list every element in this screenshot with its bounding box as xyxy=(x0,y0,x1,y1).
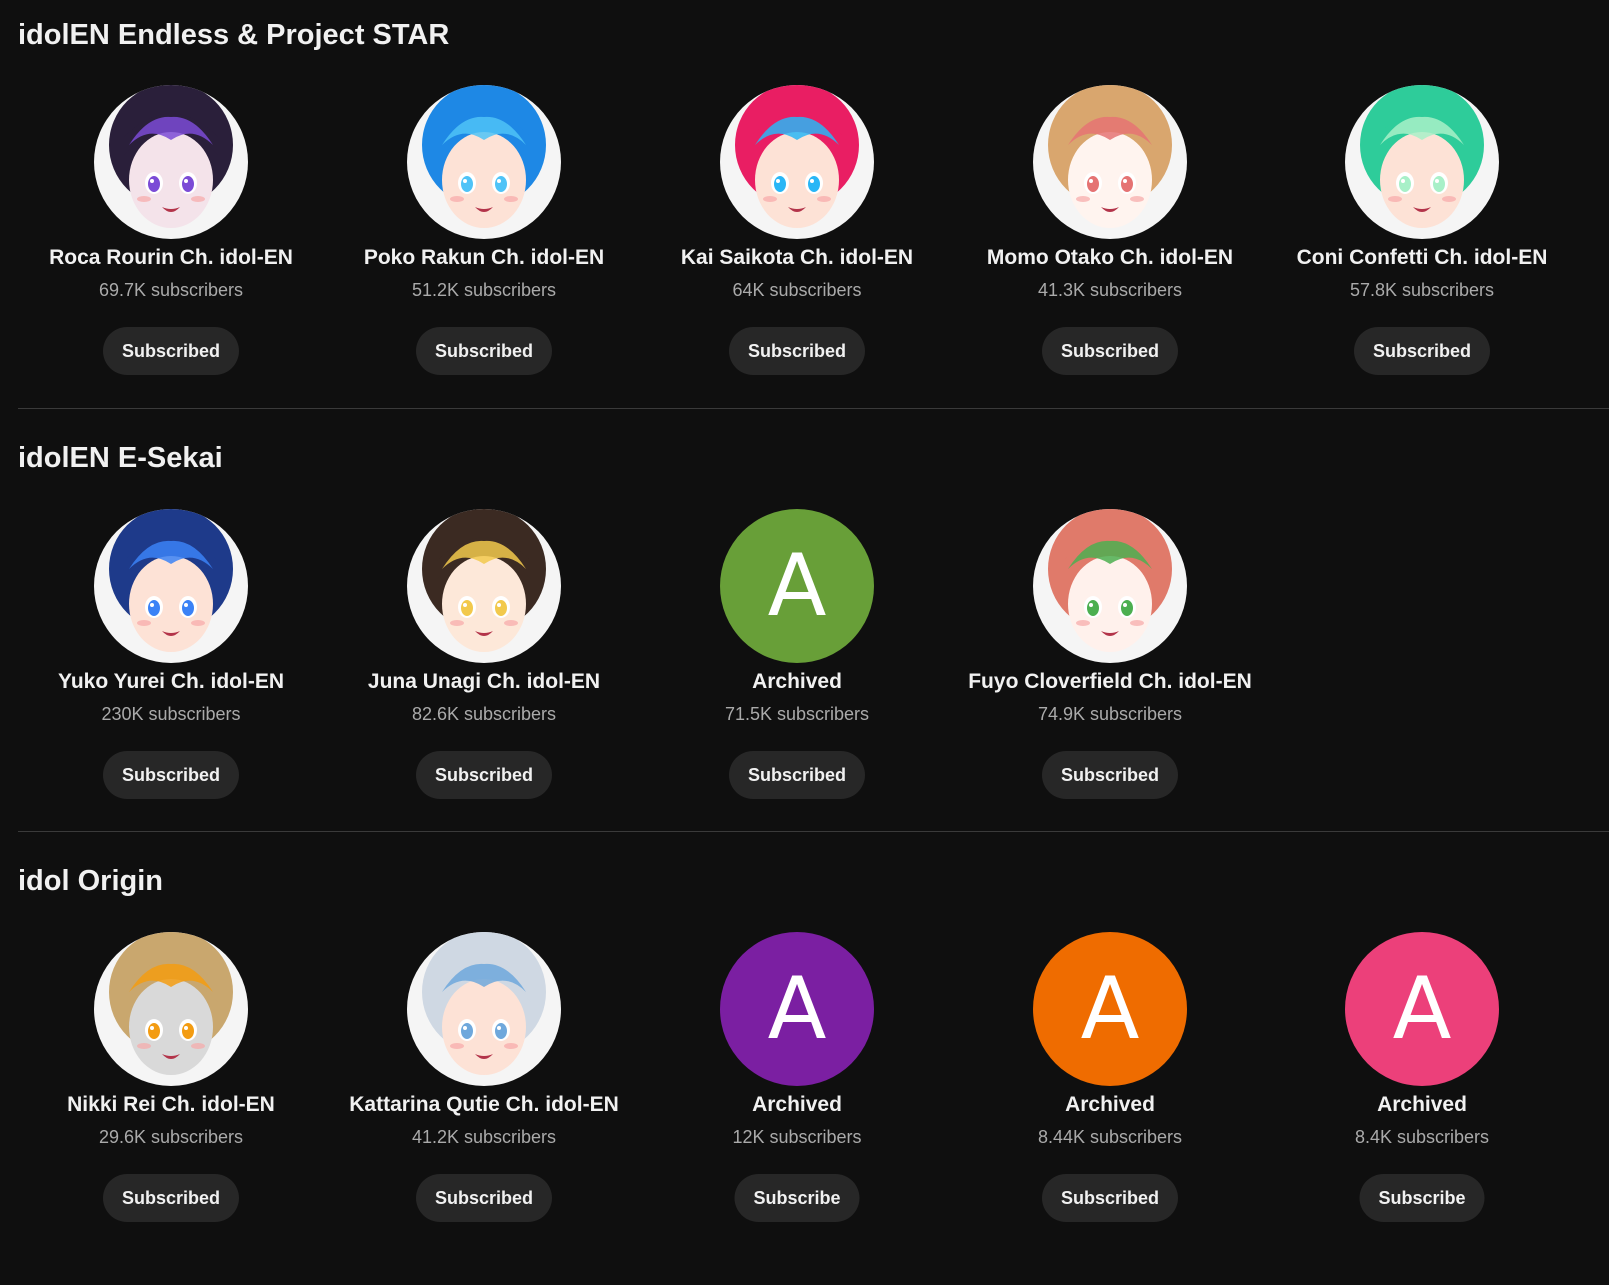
section-divider xyxy=(18,408,1609,409)
coni-confetti-avatar[interactable] xyxy=(1345,85,1499,239)
letter-a-avatar[interactable]: A xyxy=(1345,932,1499,1086)
channel-name[interactable]: Momo Otako Ch. idol-EN xyxy=(940,245,1280,271)
avatar-letter: A xyxy=(1080,959,1140,1059)
subscriber-count: 12K subscribers xyxy=(732,1127,862,1147)
momo-otako-avatar[interactable] xyxy=(1033,85,1187,239)
channel-card[interactable]: Fuyo Cloverfield Ch. idol-EN 74.9K subscr… xyxy=(960,509,1260,809)
channel-card[interactable]: A Archived 8.4K subscribers Subscribe xyxy=(1272,932,1572,1232)
subscribed-button[interactable]: Subscribed xyxy=(1041,327,1179,375)
subscribed-button[interactable]: Subscribed xyxy=(415,327,553,375)
avatar-letter: A xyxy=(767,536,827,636)
subscribed-button[interactable]: Subscribed xyxy=(415,1174,553,1222)
channel-name[interactable]: Fuyo Cloverfield Ch. idol-EN xyxy=(940,669,1280,695)
channel-name[interactable]: Kai Saikota Ch. idol-EN xyxy=(627,245,967,271)
yuko-yurei-avatar[interactable] xyxy=(94,509,248,663)
subscriber-count: 41.2K subscribers xyxy=(411,1127,557,1147)
channel-card[interactable]: A Archived 71.5K subscribers Subscribed xyxy=(647,509,947,809)
subscribed-button[interactable]: Subscribed xyxy=(1041,751,1179,799)
channel-name[interactable]: Archived xyxy=(627,669,967,695)
poko-rakun-avatar[interactable] xyxy=(407,85,561,239)
avatar-letter: A xyxy=(1392,959,1452,1059)
channel-card[interactable]: Kai Saikota Ch. idol-EN 64K subscribers Su… xyxy=(647,85,947,385)
channel-name[interactable]: Archived xyxy=(940,1092,1280,1118)
kai-saikota-avatar[interactable] xyxy=(720,85,874,239)
channel-name[interactable]: Archived xyxy=(627,1092,967,1118)
channel-name[interactable]: Archived xyxy=(1252,1092,1592,1118)
section-title: idolEN Endless & Project STAR xyxy=(18,19,450,51)
subscribed-button[interactable]: Subscribed xyxy=(1041,1174,1179,1222)
channel-card[interactable]: Yuko Yurei Ch. idol-EN 230K subscribers Su… xyxy=(21,509,321,809)
subscriber-count: 71.5K subscribers xyxy=(724,704,870,724)
channel-card[interactable]: Nikki Rei Ch. idol-EN 29.6K subscribers Su… xyxy=(21,932,321,1232)
channel-card[interactable]: A Archived 12K subscribers Subscribe xyxy=(647,932,947,1232)
subscriber-count: 74.9K subscribers xyxy=(1037,704,1183,724)
channel-name[interactable]: Poko Rakun Ch. idol-EN xyxy=(314,245,654,271)
subscriber-count: 69.7K subscribers xyxy=(98,280,244,300)
subscriber-count: 41.3K subscribers xyxy=(1037,280,1183,300)
section-title: idol Origin xyxy=(18,865,163,897)
channel-name[interactable]: Kattarina Qutie Ch. idol-EN xyxy=(314,1092,654,1118)
subscribed-button[interactable]: Subscribed xyxy=(102,327,240,375)
channel-grid-page: idolEN Endless & Project STAR idolEN E-S… xyxy=(0,0,1609,1285)
subscriber-count: 82.6K subscribers xyxy=(411,704,557,724)
section-divider xyxy=(18,831,1609,832)
subscribed-button[interactable]: Subscribed xyxy=(728,327,866,375)
channel-card[interactable]: Kattarina Qutie Ch. idol-EN 41.2K subscri… xyxy=(334,932,634,1232)
subscribe-button[interactable]: Subscribe xyxy=(734,1174,860,1222)
subscriber-count: 29.6K subscribers xyxy=(98,1127,244,1147)
juna-unagi-avatar[interactable] xyxy=(407,509,561,663)
channel-card[interactable]: Coni Confetti Ch. idol-EN 57.8K subscribe… xyxy=(1272,85,1572,385)
subscriber-count: 8.44K subscribers xyxy=(1037,1127,1183,1147)
channel-card[interactable]: A Archived 8.44K subscribers Subscribed xyxy=(960,932,1260,1232)
subscribed-button[interactable]: Subscribed xyxy=(1353,327,1491,375)
channel-name[interactable]: Coni Confetti Ch. idol-EN xyxy=(1252,245,1592,271)
channel-card[interactable]: Juna Unagi Ch. idol-EN 82.6K subscribers S… xyxy=(334,509,634,809)
subscriber-count: 8.4K subscribers xyxy=(1354,1127,1490,1147)
subscriber-count: 64K subscribers xyxy=(732,280,862,300)
channel-name[interactable]: Juna Unagi Ch. idol-EN xyxy=(314,669,654,695)
kattarina-qutie-avatar[interactable] xyxy=(407,932,561,1086)
channel-name[interactable]: Roca Rourin Ch. idol-EN xyxy=(1,245,341,271)
channel-name[interactable]: Nikki Rei Ch. idol-EN xyxy=(1,1092,341,1118)
channel-card[interactable]: Poko Rakun Ch. idol-EN 51.2K subscribers S… xyxy=(334,85,634,385)
subscriber-count: 51.2K subscribers xyxy=(411,280,557,300)
section-title: idolEN E-Sekai xyxy=(18,442,223,474)
subscribed-button[interactable]: Subscribed xyxy=(102,751,240,799)
channel-card[interactable]: Momo Otako Ch. idol-EN 41.3K subscribers S… xyxy=(960,85,1260,385)
subscribed-button[interactable]: Subscribed xyxy=(728,751,866,799)
letter-a-avatar[interactable]: A xyxy=(720,932,874,1086)
avatar-letter: A xyxy=(767,959,827,1059)
channel-name[interactable]: Yuko Yurei Ch. idol-EN xyxy=(1,669,341,695)
subscribed-button[interactable]: Subscribed xyxy=(102,1174,240,1222)
fuyo-cloverfield-avatar[interactable] xyxy=(1033,509,1187,663)
subscriber-count: 230K subscribers xyxy=(101,704,241,724)
subscribe-button[interactable]: Subscribe xyxy=(1359,1174,1485,1222)
subscribed-button[interactable]: Subscribed xyxy=(415,751,553,799)
letter-a-avatar[interactable]: A xyxy=(720,509,874,663)
roca-rourin-avatar[interactable] xyxy=(94,85,248,239)
letter-a-avatar[interactable]: A xyxy=(1033,932,1187,1086)
channel-card[interactable]: Roca Rourin Ch. idol-EN 69.7K subscribers… xyxy=(21,85,321,385)
nikki-rei-avatar[interactable] xyxy=(94,932,248,1086)
subscriber-count: 57.8K subscribers xyxy=(1349,280,1495,300)
